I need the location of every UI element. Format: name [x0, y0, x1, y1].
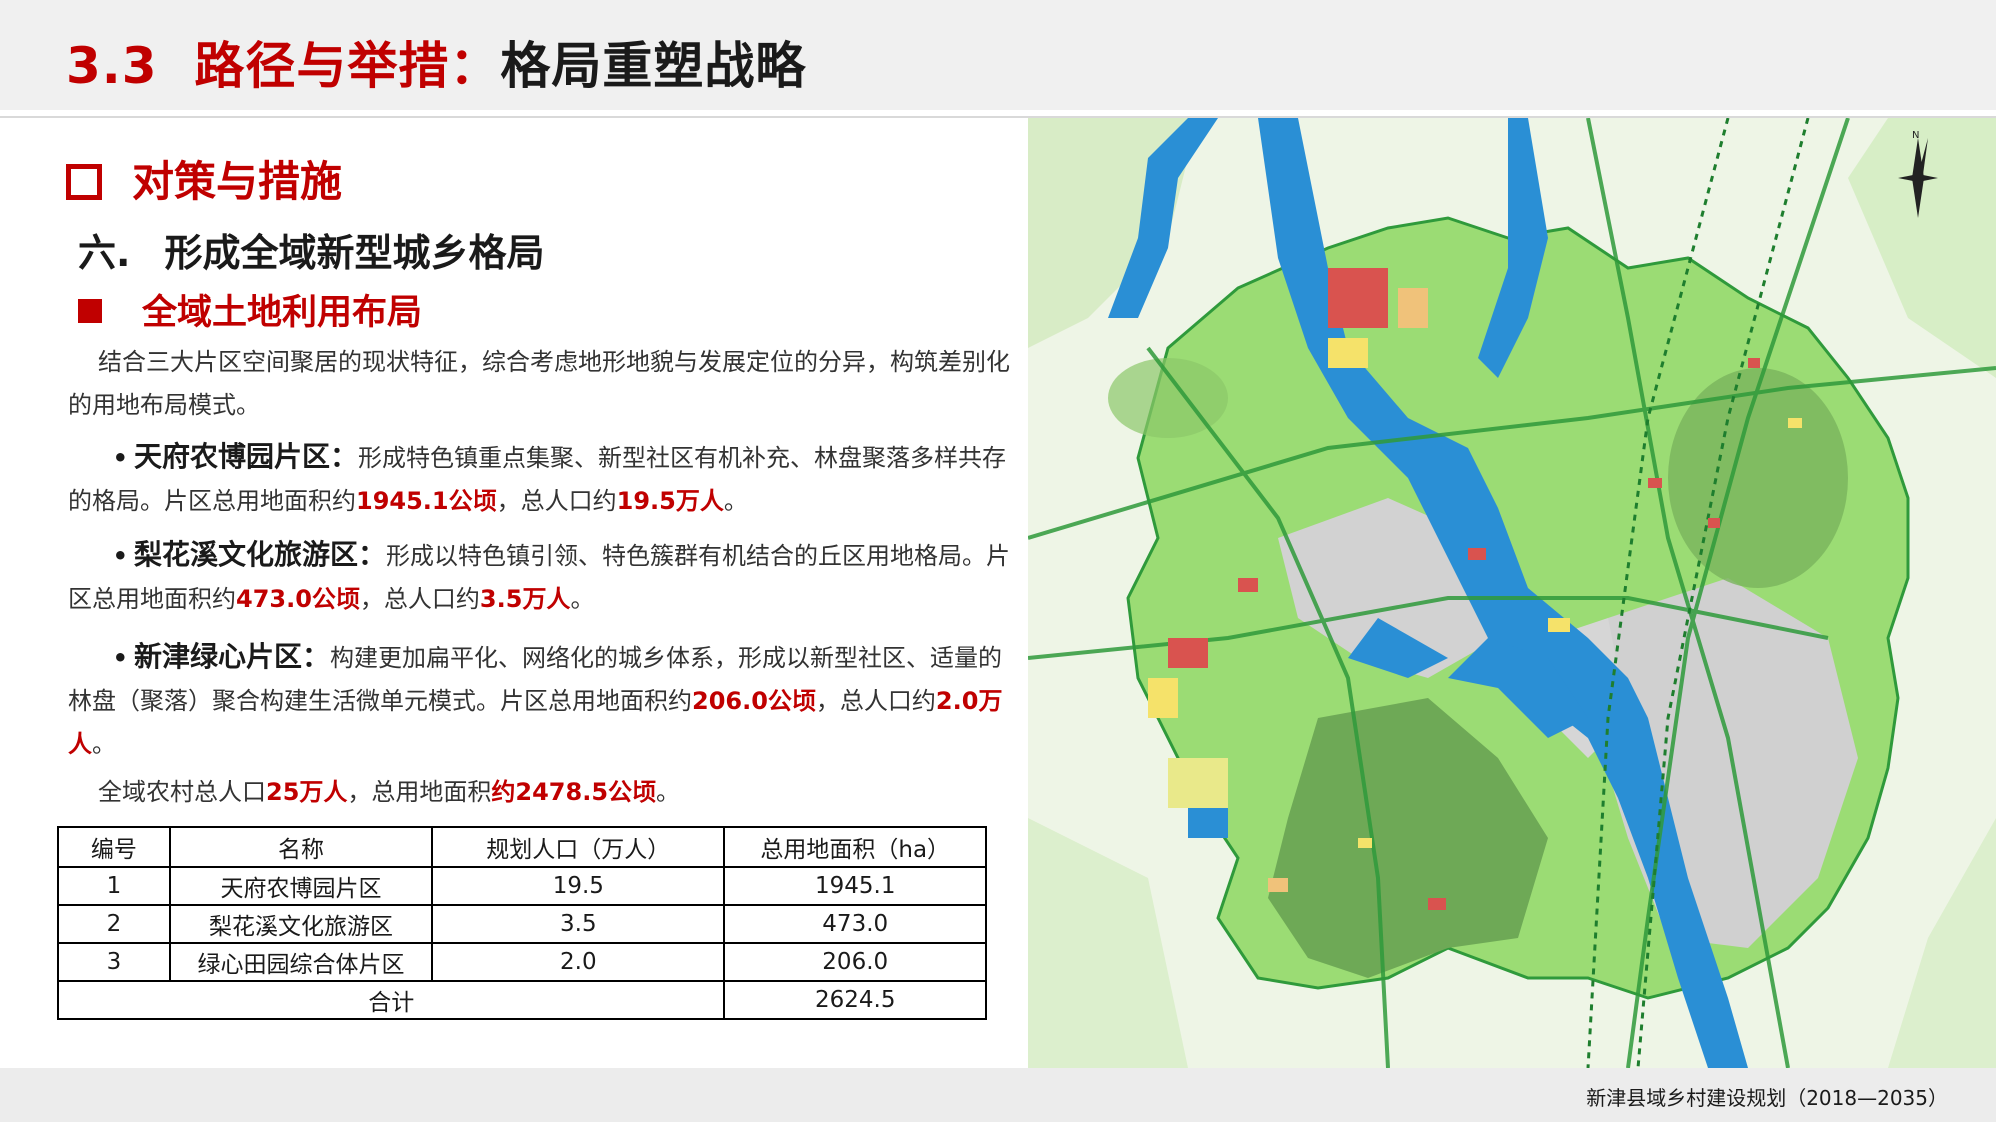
- table-cell: 1: [57, 866, 171, 906]
- filled-square-icon: [78, 299, 102, 323]
- title-number: 3.3: [66, 37, 158, 95]
- table-cell: 473.0: [723, 904, 987, 944]
- title-red-part: 路径与举措：: [194, 37, 501, 95]
- zone-pop: 19.5万人: [616, 487, 724, 515]
- subsection-title: 形成全域新型城乡格局: [164, 231, 545, 275]
- table-cell: 天府农博园片区: [168, 866, 434, 906]
- zone-pop: 3.5万人: [479, 585, 571, 613]
- table-cell: 绿心田园综合体片区: [168, 942, 434, 982]
- bullet-icon: •: [112, 444, 128, 472]
- land-use-map: N: [1028, 118, 1996, 1068]
- zone-name: 梨花溪文化旅游区：: [134, 538, 387, 571]
- table-row: 2 梨花溪文化旅游区 3.5 473.0: [57, 904, 987, 944]
- zone-table: 编号 名称 规划人口（万人） 总用地面积（ha） 1 天府农博园片区 19.5 …: [56, 826, 987, 1020]
- zone-paragraph-2: • 梨花溪文化旅游区：形成以特色镇引领、特色簇群有机结合的丘区用地格局。片区总用地…: [68, 533, 1018, 621]
- zone-end: 。: [723, 487, 748, 515]
- north-label: N: [1912, 130, 1919, 141]
- zone-area: 206.0公顷: [692, 687, 816, 715]
- hollow-square-icon: [66, 163, 102, 200]
- bullet-icon: •: [112, 644, 128, 672]
- bullet-icon: •: [112, 542, 128, 570]
- summary-end: 。: [656, 778, 681, 806]
- land-use-map-graphic: N: [1028, 118, 1996, 1068]
- section-title: 对策与措施: [132, 157, 343, 206]
- table-row: 3 绿心田园综合体片区 2.0 206.0: [57, 942, 987, 982]
- zone-end: 。: [570, 585, 595, 613]
- zone-area: 473.0公顷: [236, 585, 360, 613]
- subsection-heading: 六. 形成全域新型城乡格局: [78, 222, 544, 277]
- table-cell: 1945.1: [723, 866, 987, 906]
- title-black-part: 格局重塑战略: [500, 37, 807, 95]
- summary-pop: 25万人: [266, 778, 348, 806]
- summary-mid: ，总用地面积: [347, 778, 492, 806]
- subsubsection-heading: 全域土地利用布局: [78, 284, 422, 335]
- table-cell: 206.0: [723, 942, 987, 982]
- zone-paragraph-3: • 新津绿心片区：构建更加扁平化、网络化的城乡体系，形成以新型社区、适量的林盘（聚…: [68, 635, 1018, 766]
- table-cell: 19.5: [431, 866, 726, 906]
- intro-paragraph: 结合三大片区空间聚居的现状特征，综合考虑地形地貌与发展定位的分异，构筑差别化的用…: [68, 341, 1018, 427]
- zone-area: 1945.1公顷: [356, 487, 497, 515]
- title-bar: 3.3 路径与举措：格局重塑战略: [0, 0, 1996, 110]
- zone-mid: ，总人口约: [815, 687, 936, 715]
- summary-area: 约2478.5公顷: [491, 778, 657, 806]
- subsubsection-title: 全域土地利用布局: [142, 293, 423, 333]
- page-title: 3.3 路径与举措：格局重塑战略: [66, 26, 806, 98]
- zone-name: 新津绿心片区：: [134, 640, 331, 673]
- table-total-value: 2624.5: [723, 980, 987, 1020]
- zone-mid: ，总人口约: [496, 487, 617, 515]
- table-cell: 梨花溪文化旅游区: [168, 904, 434, 944]
- zone-mid: ，总人口约: [359, 585, 480, 613]
- table-cell: 3: [57, 942, 171, 982]
- subsection-number: 六.: [78, 231, 131, 275]
- zone-paragraph-1: • 天府农博园片区：形成特色镇重点集聚、新型社区有机补充、林盘聚落多样共存的格局。…: [68, 435, 1018, 523]
- table-row: 1 天府农博园片区 19.5 1945.1: [57, 866, 987, 906]
- zone-name: 天府农博园片区：: [134, 440, 359, 473]
- table-header-row: 编号 名称 规划人口（万人） 总用地面积（ha）: [57, 826, 987, 868]
- summary-paragraph: 全域农村总人口25万人，总用地面积约2478.5公顷。: [68, 771, 1018, 814]
- table-header-cell: 名称: [168, 826, 434, 868]
- table-cell: 2: [57, 904, 171, 944]
- intro-text: 结合三大片区空间聚居的现状特征，综合考虑地形地貌与发展定位的分异，构筑差别化的用…: [68, 348, 1010, 419]
- table-header-cell: 规划人口（万人）: [431, 826, 726, 868]
- table-cell: 3.5: [431, 904, 726, 944]
- section-heading: 对策与措施: [66, 148, 342, 209]
- footer-text: 新津县域乡村建设规划（2018—2035）: [1586, 1086, 1948, 1110]
- table-total-label: 合计: [56, 980, 726, 1020]
- table-total-row: 合计 2624.5: [56, 980, 987, 1020]
- table-cell: 2.0: [431, 942, 726, 982]
- zone-end: 。: [92, 730, 116, 758]
- table-header-cell: 编号: [57, 826, 171, 868]
- table-header-cell: 总用地面积（ha）: [723, 826, 987, 868]
- summary-pre: 全域农村总人口: [98, 778, 266, 806]
- footer-bar: 新津县域乡村建设规划（2018—2035）: [0, 1068, 1996, 1122]
